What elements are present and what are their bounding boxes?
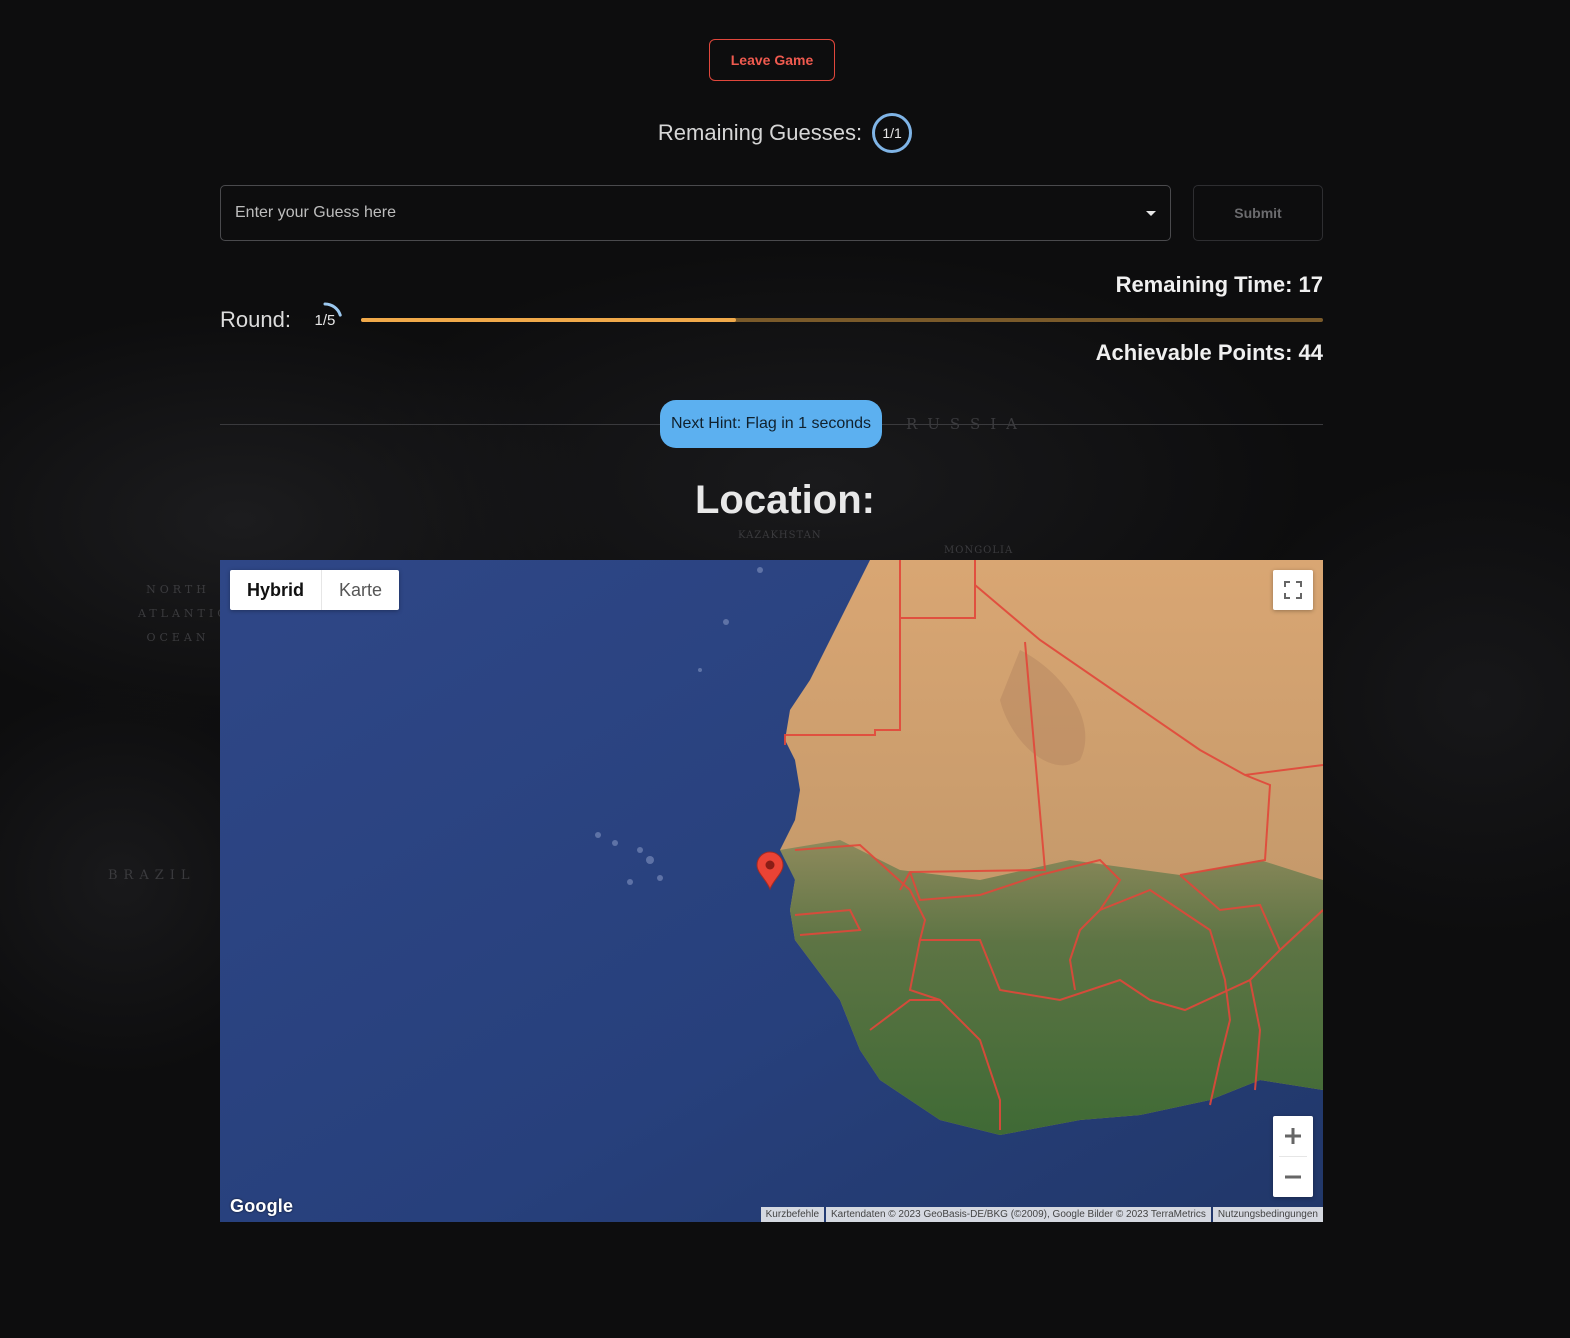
remaining-time: Remaining Time: 17 bbox=[1115, 272, 1323, 297]
submit-button[interactable]: Submit bbox=[1193, 185, 1323, 241]
bg-label-kazakhstan: KAZAKHSTAN bbox=[738, 530, 822, 541]
bg-label-brazil: BRAZIL bbox=[108, 868, 196, 883]
minus-icon bbox=[1285, 1175, 1301, 1179]
plus-icon bbox=[1285, 1128, 1301, 1144]
keyboard-shortcuts-link[interactable]: Kurzbefehle bbox=[760, 1207, 825, 1222]
bg-label-mongolia: MONGOLIA bbox=[944, 545, 1014, 556]
remaining-guesses-label: Remaining Guesses: bbox=[657, 120, 863, 145]
map-type-karte[interactable]: Karte bbox=[322, 570, 399, 610]
round-progress-ring: 1/5 bbox=[305, 300, 345, 340]
map-type-control: Hybrid Karte bbox=[230, 570, 400, 610]
terms-link[interactable]: Nutzungsbedingungen bbox=[1212, 1207, 1323, 1222]
round-indicator: Round: 1/5 bbox=[220, 298, 345, 342]
achievable-points: Achievable Points: 44 bbox=[1095, 340, 1323, 365]
round-label: Round: bbox=[220, 307, 291, 332]
map-data-attribution: Kartendaten © 2023 GeoBasis-DE/BKG (©200… bbox=[826, 1207, 1211, 1222]
satellite-map[interactable]: Hybrid Karte Google Kurzbefehle Kartenda… bbox=[220, 560, 1323, 1222]
remaining-guesses-value: 1/1 bbox=[882, 125, 902, 141]
time-progress-fill bbox=[361, 318, 737, 322]
dropdown-arrow-icon[interactable] bbox=[1146, 210, 1156, 216]
next-hint-chip: Next Hint: Flag in 1 seconds bbox=[660, 400, 882, 448]
round-value: 1/5 bbox=[314, 311, 336, 329]
remaining-guesses: Remaining Guesses: 1/1 bbox=[0, 113, 1570, 153]
time-progress-bar bbox=[361, 318, 1323, 322]
remaining-guesses-badge: 1/1 bbox=[872, 113, 913, 153]
fullscreen-icon bbox=[1284, 581, 1302, 599]
bg-label-north-atlantic: NORTH ATLANTIC OCEAN bbox=[138, 583, 230, 644]
guess-input[interactable] bbox=[235, 204, 1146, 222]
zoom-out-button[interactable] bbox=[1273, 1157, 1313, 1197]
map-type-hybrid[interactable]: Hybrid bbox=[230, 570, 321, 610]
zoom-in-button[interactable] bbox=[1273, 1116, 1313, 1156]
zoom-control bbox=[1273, 1116, 1313, 1197]
location-heading: Location: bbox=[695, 478, 875, 522]
map-terrain bbox=[220, 560, 1323, 1222]
fullscreen-button[interactable] bbox=[1273, 570, 1313, 610]
guess-select[interactable] bbox=[220, 185, 1171, 241]
map-attribution: Kurzbefehle Kartendaten © 2023 GeoBasis-… bbox=[759, 1207, 1323, 1222]
google-logo: Google bbox=[230, 1196, 294, 1216]
leave-game-button[interactable]: Leave Game bbox=[709, 39, 835, 81]
